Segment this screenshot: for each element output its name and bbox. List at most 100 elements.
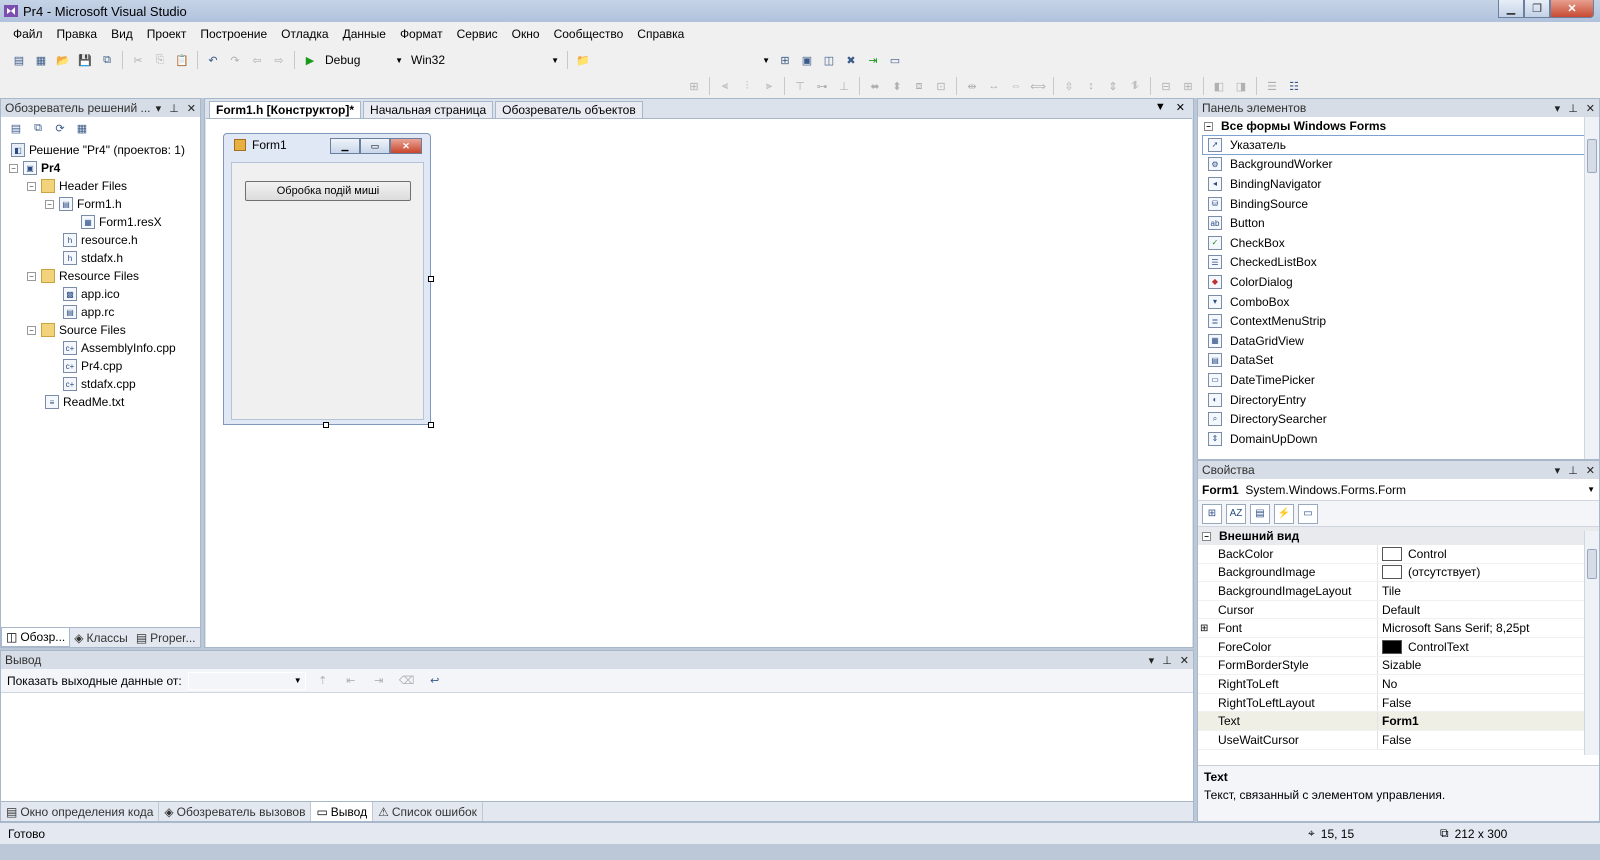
align-tops-icon[interactable]: ⊤ <box>791 78 809 94</box>
panel-menu-icon[interactable]: ▾ <box>1149 654 1155 667</box>
paste-icon[interactable]: 📋 <box>173 52 191 68</box>
vspacing-decrease-icon[interactable]: ⇕ <box>1104 78 1122 94</box>
resize-handle-bottom[interactable] <box>323 422 329 428</box>
minimize-button[interactable]: ▁ <box>1498 0 1524 18</box>
tab-error-list[interactable]: ⚠ Список ошибок <box>373 802 483 821</box>
word-wrap-icon[interactable]: ↩ <box>426 673 444 689</box>
properties-scrollbar[interactable] <box>1584 531 1599 755</box>
tree-node-pr4-cpp[interactable]: c+ Pr4.cpp <box>63 357 122 375</box>
align-rights-icon[interactable]: ⫸ <box>760 78 778 94</box>
tree-node-stdafx-h[interactable]: h stdafx.h <box>63 249 123 267</box>
menu-view[interactable]: Вид <box>104 27 140 41</box>
tree-node-header-files[interactable]: − Header Files <box>27 177 127 195</box>
undo-icon[interactable]: ↶ <box>204 52 222 68</box>
size-to-grid-icon[interactable]: ⊡ <box>932 78 950 94</box>
output-text-area[interactable] <box>1 693 1193 793</box>
toolbox-item-bindingnavigator[interactable]: ◂ BindingNavigator <box>1198 174 1599 194</box>
property-row-formborderstyle[interactable]: FormBorderStyle Sizable <box>1198 656 1599 676</box>
platform-select[interactable]: Win32 ▼ <box>407 51 563 69</box>
navigate-forward-icon[interactable]: ⇨ <box>270 52 288 68</box>
make-same-width-icon[interactable]: ⬌ <box>866 78 884 94</box>
tab-class-view[interactable]: ◈ Классы <box>70 628 132 647</box>
toolbox-section-windows-forms[interactable]: − Все формы Windows Forms <box>1198 117 1599 135</box>
property-row-text[interactable]: Text Form1 <box>1198 712 1599 731</box>
send-to-back-icon[interactable]: ◨ <box>1232 78 1250 94</box>
pin-icon[interactable]: ⊥ <box>1568 464 1578 477</box>
form1-client-area[interactable]: Обробка подій миші <box>231 162 424 420</box>
cut-icon[interactable]: ✂ <box>129 52 147 68</box>
expand-icon[interactable]: ⊞ <box>1200 623 1208 634</box>
refresh-icon[interactable]: ⟳ <box>51 120 69 136</box>
toolbox-item-directorysearcher[interactable]: ⌕ DirectorySearcher <box>1198 409 1599 429</box>
find-in-files-icon[interactable]: 📁 <box>574 52 592 68</box>
go-to-location-icon[interactable]: ⇡ <box>314 673 332 689</box>
resize-handle-corner[interactable] <box>428 422 434 428</box>
tab-object-browser[interactable]: Обозреватель объектов <box>495 101 643 118</box>
tab-order-icon[interactable]: ☰ <box>1263 78 1281 94</box>
redo-icon[interactable]: ↷ <box>226 52 244 68</box>
tab-code-definition[interactable]: ▤ Окно определения кода <box>1 802 160 821</box>
property-pages-icon[interactable]: ▭ <box>1298 503 1318 524</box>
tree-node-app-ico[interactable]: ▩ app.ico <box>63 285 120 303</box>
toolbox-item-checkedlistbox[interactable]: ☰ CheckedListBox <box>1198 253 1599 273</box>
save-icon[interactable]: 💾 <box>76 52 94 68</box>
properties-view-icon[interactable]: ▤ <box>1250 503 1270 524</box>
property-row-righttoleft[interactable]: RightToLeft No <box>1198 675 1599 694</box>
alphabetical-icon[interactable]: AZ <box>1226 503 1246 524</box>
maximize-button[interactable]: ❐ <box>1524 0 1550 18</box>
lock-controls-icon[interactable]: ☷ <box>1285 78 1303 94</box>
tree-node-assemblyinfo-cpp[interactable]: c+ AssemblyInfo.cpp <box>63 339 176 357</box>
align-centers-icon[interactable]: ⫶ <box>738 78 756 94</box>
start-debug-icon[interactable]: ▶ <box>301 52 319 68</box>
find-combo[interactable]: ▼ <box>594 51 774 69</box>
align-lefts-icon[interactable]: ⫷ <box>716 78 734 94</box>
tree-node-solution[interactable]: ◧ Решение "Pr4" (проектов: 1) <box>11 141 185 159</box>
toolbox-scrollbar[interactable] <box>1584 117 1599 459</box>
toolbox-item-contextmenustrip[interactable]: ≣ ContextMenuStrip <box>1198 311 1599 331</box>
active-files-icon[interactable]: ▼ <box>1155 101 1166 114</box>
resize-handle-right[interactable] <box>428 276 434 282</box>
menu-window[interactable]: Окно <box>505 27 547 41</box>
toolbox-item-domainupdown[interactable]: ⇕ DomainUpDown <box>1198 429 1599 449</box>
make-same-height-icon[interactable]: ⬍ <box>888 78 906 94</box>
show-all-files-icon[interactable]: ⧉ <box>29 120 47 136</box>
pin-icon[interactable]: ⊥ <box>1162 654 1172 667</box>
view-class-diagram-icon[interactable]: ▦ <box>73 120 91 136</box>
toolbox-item-backgroundworker[interactable]: ⚙ BackgroundWorker <box>1198 155 1599 175</box>
start-page-icon[interactable]: ⇥ <box>864 52 882 68</box>
collapse-icon[interactable]: − <box>27 325 36 335</box>
toolbox-item-combobox[interactable]: ▾ ComboBox <box>1198 292 1599 312</box>
close-panel-icon[interactable]: ✕ <box>1586 464 1595 477</box>
property-row-backcolor[interactable]: BackColor Control <box>1198 545 1599 564</box>
toolbox-item-datetimepicker[interactable]: ▭ DateTimePicker <box>1198 370 1599 390</box>
configuration-select[interactable]: Debug ▼ <box>321 51 407 69</box>
copy-icon[interactable]: ⎘ <box>151 52 169 68</box>
collapse-icon[interactable]: − <box>45 199 54 209</box>
bring-to-front-icon[interactable]: ◧ <box>1210 78 1228 94</box>
tree-node-resource-h[interactable]: h resource.h <box>63 231 138 249</box>
menu-community[interactable]: Сообщество <box>547 27 631 41</box>
panel-menu-icon[interactable]: ▾ <box>156 102 162 115</box>
collapse-icon[interactable]: − <box>9 163 18 173</box>
tree-node-form1-h[interactable]: − ▤ Form1.h <box>45 195 122 213</box>
tree-node-resource-files[interactable]: − Resource Files <box>27 267 139 285</box>
align-middles-icon[interactable]: ⊶ <box>813 78 831 94</box>
property-row-usewaitcursor[interactable]: UseWaitCursor False <box>1198 730 1599 750</box>
hspacing-equal-icon[interactable]: ⇹ <box>963 78 981 94</box>
tree-node-project[interactable]: − ▣ Pr4 <box>9 159 60 177</box>
property-category-appearance[interactable]: − Внешний вид <box>1198 527 1599 545</box>
center-vertically-icon[interactable]: ⊞ <box>1179 78 1197 94</box>
toolbox-icon[interactable]: ✖ <box>842 52 860 68</box>
tab-form1-designer[interactable]: Form1.h [Конструктор]* <box>209 101 362 118</box>
menu-build[interactable]: Построение <box>193 27 274 41</box>
clear-all-icon[interactable]: ⌫ <box>398 673 416 689</box>
output-source-select[interactable]: ▼ <box>187 671 306 690</box>
menu-project[interactable]: Проект <box>140 27 194 41</box>
close-panel-icon[interactable]: ✕ <box>187 102 196 115</box>
previous-message-icon[interactable]: ⇤ <box>342 673 360 689</box>
object-browser-icon[interactable]: ◫ <box>820 52 838 68</box>
panel-menu-icon[interactable]: ▾ <box>1555 102 1561 115</box>
property-row-forecolor[interactable]: ForeColor ControlText <box>1198 637 1599 657</box>
tab-property-manager[interactable]: ▤ Proper... <box>132 628 200 647</box>
tab-solution-explorer[interactable]: ◫ Обозр... <box>1 628 71 647</box>
